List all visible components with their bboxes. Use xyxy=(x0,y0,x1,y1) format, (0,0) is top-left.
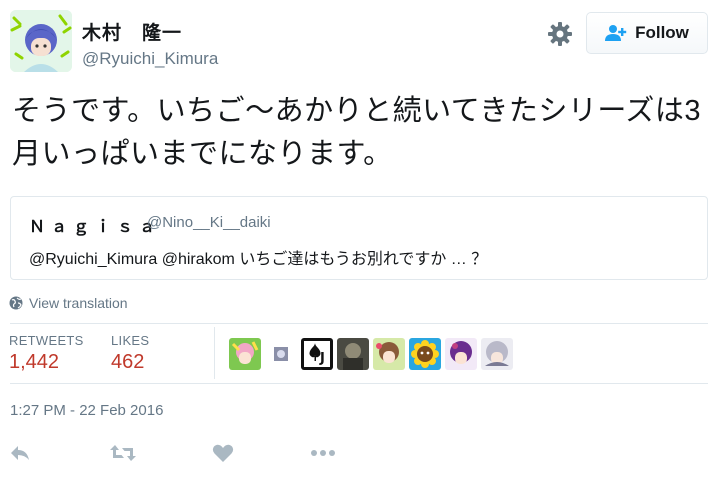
tweet-timestamp[interactable]: 1:27 PM - 22 Feb 2016 xyxy=(10,402,163,419)
liker-avatar-3-icon[interactable]: J xyxy=(301,338,333,370)
quoted-tweet-handle: @Nino__Ki__daiki xyxy=(147,214,271,231)
liker-avatar-5-icon[interactable] xyxy=(373,338,405,370)
gear-icon[interactable] xyxy=(546,20,574,48)
svg-text:J: J xyxy=(319,351,325,366)
user-avatar-icon[interactable] xyxy=(10,10,72,72)
follow-button-label: Follow xyxy=(635,23,689,42)
stats-separator xyxy=(214,327,215,379)
author-handle[interactable]: @Ryuichi_Kimura xyxy=(82,49,218,69)
tweet-actions xyxy=(0,438,712,468)
quoted-tweet-text: @Ryuichi_Kimura @hirakom いちご達はもうお別れですか …… xyxy=(29,251,488,268)
reply-icon[interactable] xyxy=(5,438,35,468)
liker-avatar-1-icon[interactable] xyxy=(229,338,261,370)
divider xyxy=(10,323,708,324)
view-translation-link[interactable]: View translation xyxy=(9,295,128,311)
liker-avatar-4-icon[interactable] xyxy=(337,338,369,370)
liker-avatar-7-icon[interactable] xyxy=(445,338,477,370)
liker-avatar-6-icon[interactable] xyxy=(409,338,441,370)
retweets-count[interactable]: 1,442 xyxy=(9,351,59,374)
view-translation-label: View translation xyxy=(29,295,128,311)
liker-avatars: J xyxy=(229,338,513,370)
follow-button[interactable]: Follow xyxy=(586,12,708,54)
more-icon[interactable] xyxy=(308,438,338,468)
heart-icon[interactable] xyxy=(208,438,238,468)
author-display-name[interactable]: 木村 隆一 xyxy=(82,18,182,45)
retweets-label[interactable]: RETWEETS xyxy=(9,333,84,348)
tweet-card: 木村 隆一 @Ryuichi_Kimura Follow そうです。いちご〜あか… xyxy=(0,0,712,477)
quoted-tweet[interactable]: Ｎａｇｉｓａ @Nino__Ki__daiki @Ryuichi_Kimura … xyxy=(10,196,708,280)
likes-count[interactable]: 462 xyxy=(111,351,144,374)
tweet-text: そうです。いちご〜あかりと続いてきたシリーズは3月いっぱいまでになります。 xyxy=(12,95,702,170)
globe-icon xyxy=(9,296,23,310)
add-person-icon xyxy=(605,25,627,41)
quoted-tweet-display-name: Ｎａｇｉｓａ xyxy=(29,219,162,236)
likes-label[interactable]: LIKES xyxy=(111,333,149,348)
liker-avatar-2-icon[interactable] xyxy=(265,338,297,370)
liker-avatar-8-icon[interactable] xyxy=(481,338,513,370)
retweet-icon[interactable] xyxy=(108,438,138,468)
divider xyxy=(10,383,708,384)
